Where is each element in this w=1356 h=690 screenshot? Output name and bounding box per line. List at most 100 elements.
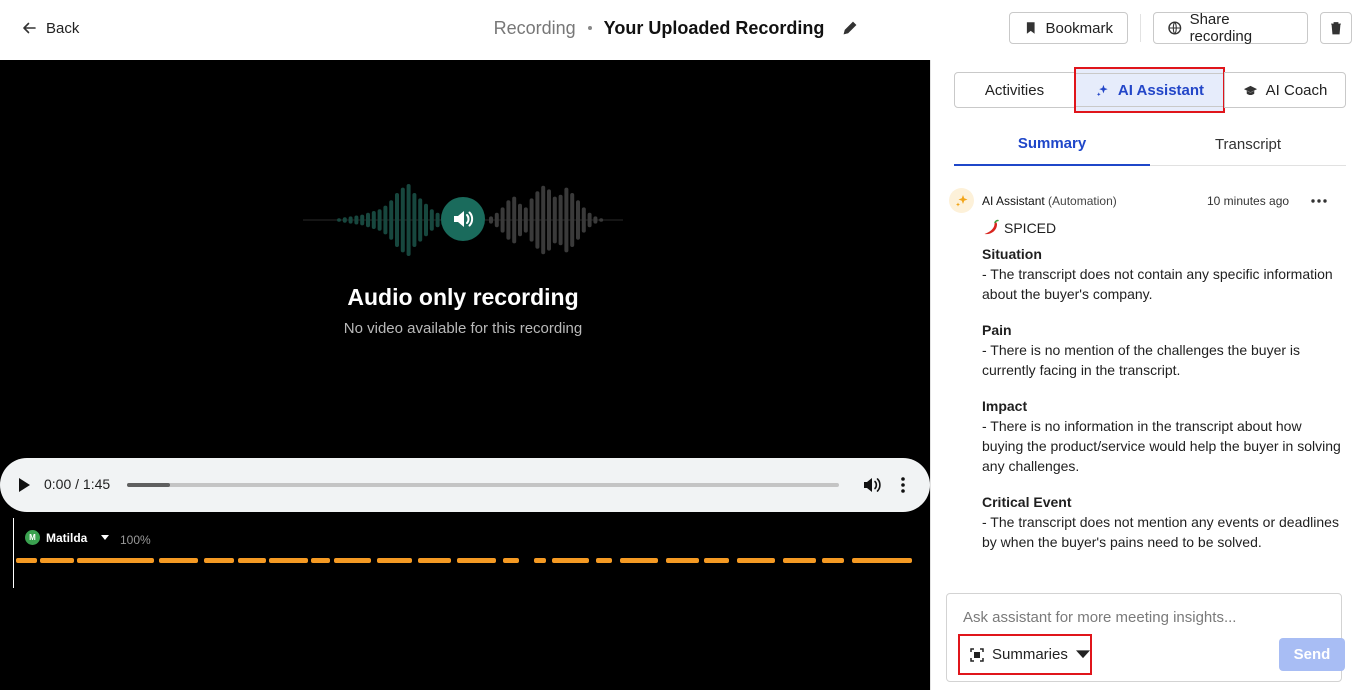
speaker-icon — [454, 211, 474, 227]
tab-transcript[interactable]: Transcript — [1150, 122, 1346, 166]
waveform-bar — [570, 193, 575, 247]
waveform-bar — [529, 198, 534, 242]
tab-ai-coach[interactable]: AI Coach — [1224, 72, 1346, 108]
section-text: - There is no mention of the challenges … — [982, 342, 1301, 378]
waveform-bar — [581, 207, 586, 233]
top-bar: Back Recording Your Uploaded Recording B… — [0, 0, 1356, 60]
tab-summary[interactable]: Summary — [954, 122, 1150, 166]
summary-section-pain: Pain - There is no mention of the challe… — [982, 320, 1342, 380]
more-horizontal-icon[interactable] — [1311, 199, 1327, 203]
sparkle-icon — [955, 194, 967, 206]
tab-activities[interactable]: Activities — [954, 72, 1075, 108]
progress-fill — [127, 483, 170, 487]
summaries-dropdown[interactable]: Summaries — [958, 634, 1092, 675]
more-vertical-icon[interactable] — [896, 475, 910, 495]
globe-icon — [1168, 21, 1182, 35]
page-title: Your Uploaded Recording — [603, 17, 825, 38]
share-recording-button[interactable]: Share recording — [1153, 11, 1308, 45]
waveform-bar — [512, 196, 517, 244]
section-title: Situation — [982, 246, 1042, 262]
waveform-bar — [406, 184, 411, 256]
graduation-cap-icon — [1243, 85, 1257, 95]
speaker-timeline: M Matilda 100% — [0, 516, 930, 596]
message-body: SPICED Situation - The transcript does n… — [982, 218, 1342, 568]
arrow-left-icon — [23, 22, 36, 34]
message-timestamp: 10 minutes ago — [1207, 194, 1290, 208]
waveform-bar — [489, 216, 493, 224]
audio-only-title: Audio only recording — [347, 284, 579, 310]
waveform-bar — [435, 212, 440, 228]
summaries-label: Summaries — [992, 646, 1068, 663]
audio-controls: 0:00 / 1:45 — [0, 458, 930, 512]
section-text: - The transcript does not mention any ev… — [982, 514, 1339, 550]
section-text: - There is no information in the transcr… — [982, 418, 1341, 474]
tab-ai-assistant[interactable]: AI Assistant — [1074, 67, 1225, 113]
section-title: Impact — [982, 398, 1028, 414]
section-title: Pain — [982, 322, 1012, 338]
waveform-bar — [429, 209, 434, 231]
talk-segment — [238, 558, 266, 563]
avatar: M — [25, 530, 40, 545]
bookmark-label: Bookmark — [1045, 19, 1113, 37]
waveform-bar — [558, 194, 563, 246]
summary-heading: SPICED — [982, 218, 1342, 238]
waveform-bar — [424, 203, 428, 237]
back-button[interactable]: Back — [22, 18, 79, 38]
waveform-bar — [500, 207, 505, 233]
delete-button[interactable] — [1320, 12, 1352, 44]
share-label: Share recording — [1189, 11, 1253, 45]
section-text: - The transcript does not contain any sp… — [982, 266, 1333, 302]
talk-segment — [16, 558, 37, 563]
playhead[interactable] — [13, 518, 14, 588]
waveform-bar — [342, 217, 347, 223]
waveform-bar — [576, 200, 580, 240]
waveform-bar — [535, 191, 540, 249]
back-label: Back — [46, 19, 80, 37]
waveform-bar — [383, 205, 388, 235]
talk-segment — [334, 558, 371, 563]
sparkle-icon — [1096, 84, 1108, 96]
talk-segment — [377, 558, 412, 563]
ask-assistant-input[interactable] — [963, 606, 1323, 628]
trash-icon — [1331, 22, 1341, 35]
panel-tabs: Activities AI Assistant AI Coach — [954, 67, 1346, 113]
talk-segment — [77, 558, 154, 563]
audio-player-area: Audio only recording No video available … — [0, 60, 930, 690]
breadcrumb-parent[interactable]: Recording — [494, 18, 576, 39]
volume-icon[interactable] — [862, 475, 882, 495]
waveform-bar — [400, 187, 405, 253]
side-panel: Activities AI Assistant AI Coach Summary… — [930, 60, 1356, 690]
waveform-bar — [593, 216, 598, 224]
talk-segment — [269, 558, 308, 563]
talk-time-bar[interactable] — [16, 558, 912, 563]
waveform-bar — [564, 187, 569, 253]
waveform-bar — [418, 198, 423, 242]
summary-frame-icon — [970, 647, 984, 662]
progress-slider[interactable] — [127, 483, 839, 487]
waveform-bar — [552, 196, 557, 244]
playback-time: 0:00 / 1:45 — [44, 476, 111, 492]
tab-label: AI Assistant — [1117, 81, 1205, 99]
talk-segment — [552, 558, 589, 563]
tab-label: Activities — [984, 81, 1045, 99]
waveform-bar — [354, 215, 359, 225]
talk-segment — [783, 558, 816, 563]
waveform-bar — [523, 207, 528, 233]
caret-down-icon[interactable] — [101, 535, 110, 540]
ask-assistant-box: Summaries Send — [946, 593, 1345, 682]
pencil-icon[interactable] — [842, 20, 858, 36]
talk-segment — [159, 558, 198, 563]
waveform-bar — [547, 189, 551, 251]
talk-segment — [596, 558, 612, 563]
speaker-tag[interactable]: M Matilda — [25, 530, 110, 545]
waveform-bar — [494, 212, 499, 228]
talk-segment — [737, 558, 775, 563]
send-button[interactable]: Send — [1279, 638, 1345, 671]
toolbar-divider — [1140, 14, 1141, 42]
bookmark-button[interactable]: Bookmark — [1009, 12, 1128, 44]
play-icon[interactable] — [16, 475, 32, 495]
waveform-bar — [599, 218, 604, 222]
waveform-bar — [366, 212, 370, 228]
author-role: (Automation) — [1048, 194, 1117, 208]
summary-section-impact: Impact - There is no information in the … — [982, 396, 1342, 476]
